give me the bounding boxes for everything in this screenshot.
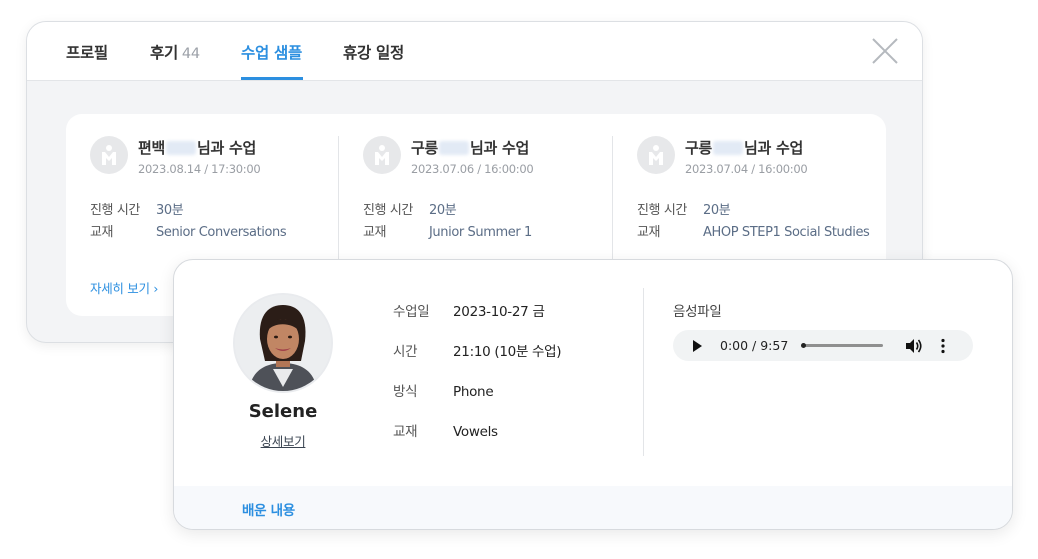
- lesson-title-suffix: 님과 수업: [744, 139, 803, 157]
- student-name: 구릉: [411, 139, 439, 157]
- more-options-icon[interactable]: [940, 338, 946, 354]
- learned-content-bar: 배운 내용: [174, 486, 1012, 529]
- material-label: 교재: [363, 225, 387, 240]
- audio-seek-bar[interactable]: [801, 343, 883, 348]
- tab-reviews[interactable]: 후기 44: [150, 41, 200, 63]
- tab-profile[interactable]: 프로필: [66, 41, 108, 63]
- lesson-date-label: 수업일: [393, 304, 430, 320]
- lesson-datetime: 2023.07.04 / 16:00:00: [685, 162, 808, 176]
- active-tab-indicator: [241, 77, 303, 80]
- section-divider: [643, 288, 644, 456]
- tab-profile-label: 프로필: [66, 44, 108, 62]
- lesson-date-row: 수업일 2023-10-27 금: [393, 300, 545, 320]
- student-avatar-icon: [363, 136, 401, 174]
- tutor-detail-link[interactable]: 상세보기: [214, 431, 352, 450]
- lesson-date-value: 2023-10-27 금: [453, 304, 545, 320]
- audio-file-label: 음성파일: [673, 304, 722, 320]
- lesson-title: 구릉 님과 수업: [411, 137, 529, 158]
- duration-value: 20분: [429, 203, 457, 218]
- duration-row: 진행 시간 20분: [363, 199, 457, 218]
- learned-content-tab[interactable]: 배운 내용: [242, 499, 295, 519]
- lesson-time-value: 21:10 (10분 수업): [453, 344, 562, 360]
- student-avatar-icon: [90, 136, 128, 174]
- blurred-name: [166, 140, 197, 155]
- lesson-material-row: 교재 Vowels: [393, 420, 498, 440]
- seek-thumb[interactable]: [801, 343, 806, 348]
- tab-lesson-samples[interactable]: 수업 샘플: [241, 41, 302, 63]
- lesson-datetime: 2023.08.14 / 17:30:00: [138, 162, 261, 176]
- material-row: 교재 Senior Conversations: [90, 221, 287, 240]
- student-avatar-icon: [637, 136, 675, 174]
- duration-value: 20분: [703, 203, 731, 218]
- lesson-title: 구릉 님과 수업: [685, 137, 803, 158]
- lesson-method-value: Phone: [453, 384, 494, 400]
- lesson-method-label: 방식: [393, 384, 418, 400]
- material-label: 교재: [90, 225, 114, 240]
- play-icon[interactable]: [693, 340, 702, 352]
- close-icon[interactable]: [870, 36, 900, 66]
- view-details-label: 자세히 보기: [90, 281, 150, 296]
- blurred-name: [439, 140, 470, 155]
- blurred-name: [713, 140, 744, 155]
- lesson-datetime: 2023.07.06 / 16:00:00: [411, 162, 534, 176]
- audio-time: 0:00 / 9:57: [720, 338, 789, 353]
- duration-label: 진행 시간: [363, 203, 413, 218]
- student-name: 편백: [138, 139, 166, 157]
- lesson-material-label: 교재: [393, 424, 418, 440]
- duration-row: 진행 시간 30분: [90, 199, 184, 218]
- material-value: Senior Conversations: [156, 225, 287, 240]
- review-count: 44: [181, 46, 200, 62]
- duration-row: 진행 시간 20분: [637, 199, 731, 218]
- lesson-title-suffix: 님과 수업: [197, 139, 256, 157]
- lesson-title: 편백 님과 수업: [138, 137, 256, 158]
- tab-reviews-label: 후기: [150, 44, 178, 62]
- duration-label: 진행 시간: [637, 203, 687, 218]
- lesson-detail-card: Selene 상세보기 수업일 2023-10-27 금 시간 21:10 (10분…: [173, 259, 1013, 530]
- lesson-title-suffix: 님과 수업: [470, 139, 529, 157]
- tutor-portrait-icon: [235, 295, 331, 391]
- material-label: 교재: [637, 225, 661, 240]
- tab-bar: 프로필 후기 44 수업 샘플 휴강 일정: [27, 22, 922, 81]
- material-value: Junior Summer 1: [429, 225, 532, 240]
- material-row: 교재 AHOP STEP1 Social Studies: [637, 221, 870, 240]
- lesson-time-row: 시간 21:10 (10분 수업): [393, 340, 562, 360]
- tab-lesson-samples-label: 수업 샘플: [241, 44, 302, 62]
- view-details-link[interactable]: 자세히 보기 ›: [90, 278, 158, 297]
- tutor-avatar: [233, 293, 333, 393]
- student-name: 구릉: [685, 139, 713, 157]
- chevron-right-icon: ›: [153, 281, 159, 296]
- lesson-time-label: 시간: [393, 344, 418, 360]
- tab-holiday-schedule[interactable]: 휴강 일정: [343, 41, 404, 63]
- duration-value: 30분: [156, 203, 184, 218]
- volume-icon[interactable]: [905, 338, 923, 354]
- lesson-material-value: Vowels: [453, 424, 498, 440]
- duration-label: 진행 시간: [90, 203, 140, 218]
- material-row: 교재 Junior Summer 1: [363, 221, 532, 240]
- audio-player[interactable]: 0:00 / 9:57: [673, 330, 973, 361]
- lesson-method-row: 방식 Phone: [393, 380, 494, 400]
- tutor-name: Selene: [248, 401, 318, 422]
- material-value: AHOP STEP1 Social Studies: [703, 225, 870, 240]
- tab-holiday-schedule-label: 휴강 일정: [343, 44, 404, 62]
